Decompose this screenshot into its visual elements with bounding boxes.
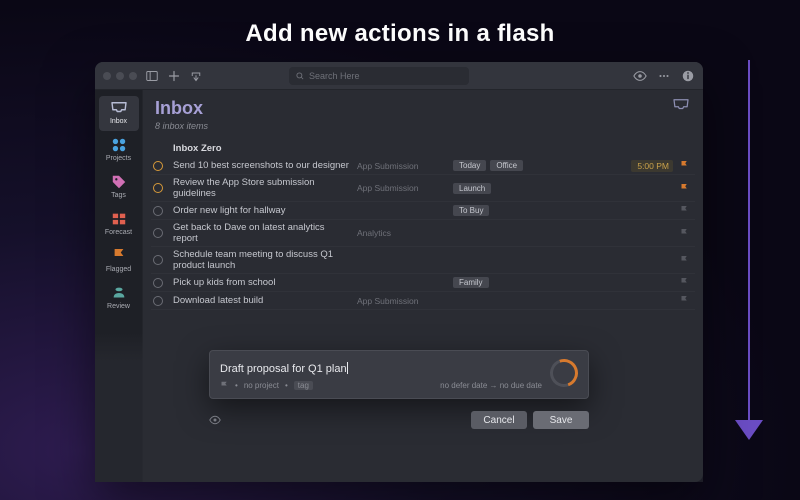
task-title: Download latest build [173,295,351,306]
quick-entry-tag-field[interactable]: tag [294,381,313,390]
task-row[interactable]: Schedule team meeting to discuss Q1 prod… [151,247,695,274]
tag-icon [110,174,128,190]
status-circle[interactable] [153,183,163,193]
task-title: Order new light for hallway [173,205,351,216]
flag-icon[interactable] [679,278,689,288]
flag-icon[interactable] [679,296,689,306]
status-circle[interactable] [153,161,163,171]
task-title: Schedule team meeting to discuss Q1 prod… [173,249,351,271]
flag-icon[interactable] [679,183,689,193]
quick-entry-sheet: Draft proposal for Q1 plan • no project … [209,350,589,399]
sidebar-item-label: Flagged [106,266,131,273]
eye-icon[interactable] [209,414,221,426]
more-icon[interactable] [657,69,671,83]
tag-pill[interactable]: Office [490,160,523,171]
sidebar-item-label: Review [107,303,130,310]
cancel-button[interactable]: Cancel [471,411,527,429]
page-title: Inbox [155,98,208,119]
progress-ring-icon [545,354,582,391]
task-tags: Family [453,277,625,288]
task-time: 5:00 PM [631,160,673,172]
sidebar-item-projects[interactable]: Projects [99,133,139,168]
task-row[interactable]: Order new light for hallway To Buy [151,202,695,220]
sidebar-toggle-icon[interactable] [145,69,159,83]
task-title: Pick up kids from school [173,277,351,288]
task-title: Get back to Dave on latest analytics rep… [173,222,351,244]
status-circle[interactable] [153,228,163,238]
review-icon [110,285,128,301]
task-row[interactable]: Download latest build App Submission [151,292,695,310]
quick-entry-footer: Cancel Save [209,407,589,433]
quick-entry-icon[interactable] [189,69,203,83]
page-subtitle: 8 inbox items [155,121,208,131]
task-project: App Submission [357,161,447,171]
add-button[interactable] [167,69,181,83]
task-project: Analytics [357,228,447,238]
task-tags: To Buy [453,205,625,216]
sidebar-item-tags[interactable]: Tags [99,170,139,205]
status-circle[interactable] [153,278,163,288]
flag-icon [110,248,128,264]
info-icon[interactable] [681,69,695,83]
sidebar-item-label: Forecast [105,229,132,236]
task-project: App Submission [357,296,447,306]
marketing-headline: Add new actions in a flash [0,20,800,48]
task-project: App Submission [357,183,447,193]
task-row[interactable]: Send 10 best screenshots to our designer… [151,157,695,175]
sidebar-item-forecast[interactable]: Forecast [99,207,139,242]
status-circle[interactable] [153,206,163,216]
flag-icon[interactable] [679,161,689,171]
group-header[interactable]: Inbox Zero [151,139,695,157]
quick-entry-title-input[interactable]: Draft proposal for Q1 plan [220,362,348,375]
forecast-icon [110,211,128,227]
eye-icon[interactable] [633,69,647,83]
app-window: Search Here Inbox Projects Tags Forecast Fla… [95,62,703,482]
save-button[interactable]: Save [533,411,589,429]
sidebar-item-label: Tags [111,192,126,199]
task-row[interactable]: Get back to Dave on latest analytics rep… [151,220,695,247]
sidebar-item-flagged[interactable]: Flagged [99,244,139,279]
quick-entry-project-field[interactable]: no project [244,381,279,390]
projects-icon [110,137,128,153]
tag-pill[interactable]: Launch [453,183,491,194]
task-tags: Today Office [453,160,625,171]
search-input[interactable]: Search Here [289,67,469,85]
traffic-lights[interactable] [103,72,137,80]
inbox-icon [110,100,128,116]
search-icon [295,71,305,81]
sidebar-item-inbox[interactable]: Inbox [99,96,139,131]
flag-icon[interactable] [679,255,689,265]
status-circle[interactable] [153,255,163,265]
quick-entry-overlay: Draft proposal for Q1 plan • no project … [95,332,703,482]
tag-pill[interactable]: Family [453,277,489,288]
task-title: Review the App Store submission guidelin… [173,177,351,199]
task-title: Send 10 best screenshots to our designer [173,160,351,171]
inbox-tray-icon [671,98,691,112]
flag-icon[interactable] [679,228,689,238]
task-row[interactable]: Review the App Store submission guidelin… [151,175,695,202]
tag-pill[interactable]: Today [453,160,486,171]
sidebar-item-label: Inbox [110,118,127,125]
flag-icon[interactable] [679,206,689,216]
decorative-arrow [734,60,764,460]
task-tags: Launch [453,183,625,194]
task-list: Inbox ZeroSend 10 best screenshots to ou… [143,135,703,310]
tag-pill[interactable]: To Buy [453,205,489,216]
window-toolbar: Search Here [95,62,703,90]
quick-entry-dates[interactable]: no defer date → no due date [440,381,542,390]
sidebar-item-review[interactable]: Review [99,281,139,316]
sidebar-item-label: Projects [106,155,131,162]
task-row[interactable]: Pick up kids from school Family [151,274,695,292]
search-placeholder: Search Here [309,71,360,81]
status-circle[interactable] [153,296,163,306]
flag-icon[interactable] [220,381,229,390]
